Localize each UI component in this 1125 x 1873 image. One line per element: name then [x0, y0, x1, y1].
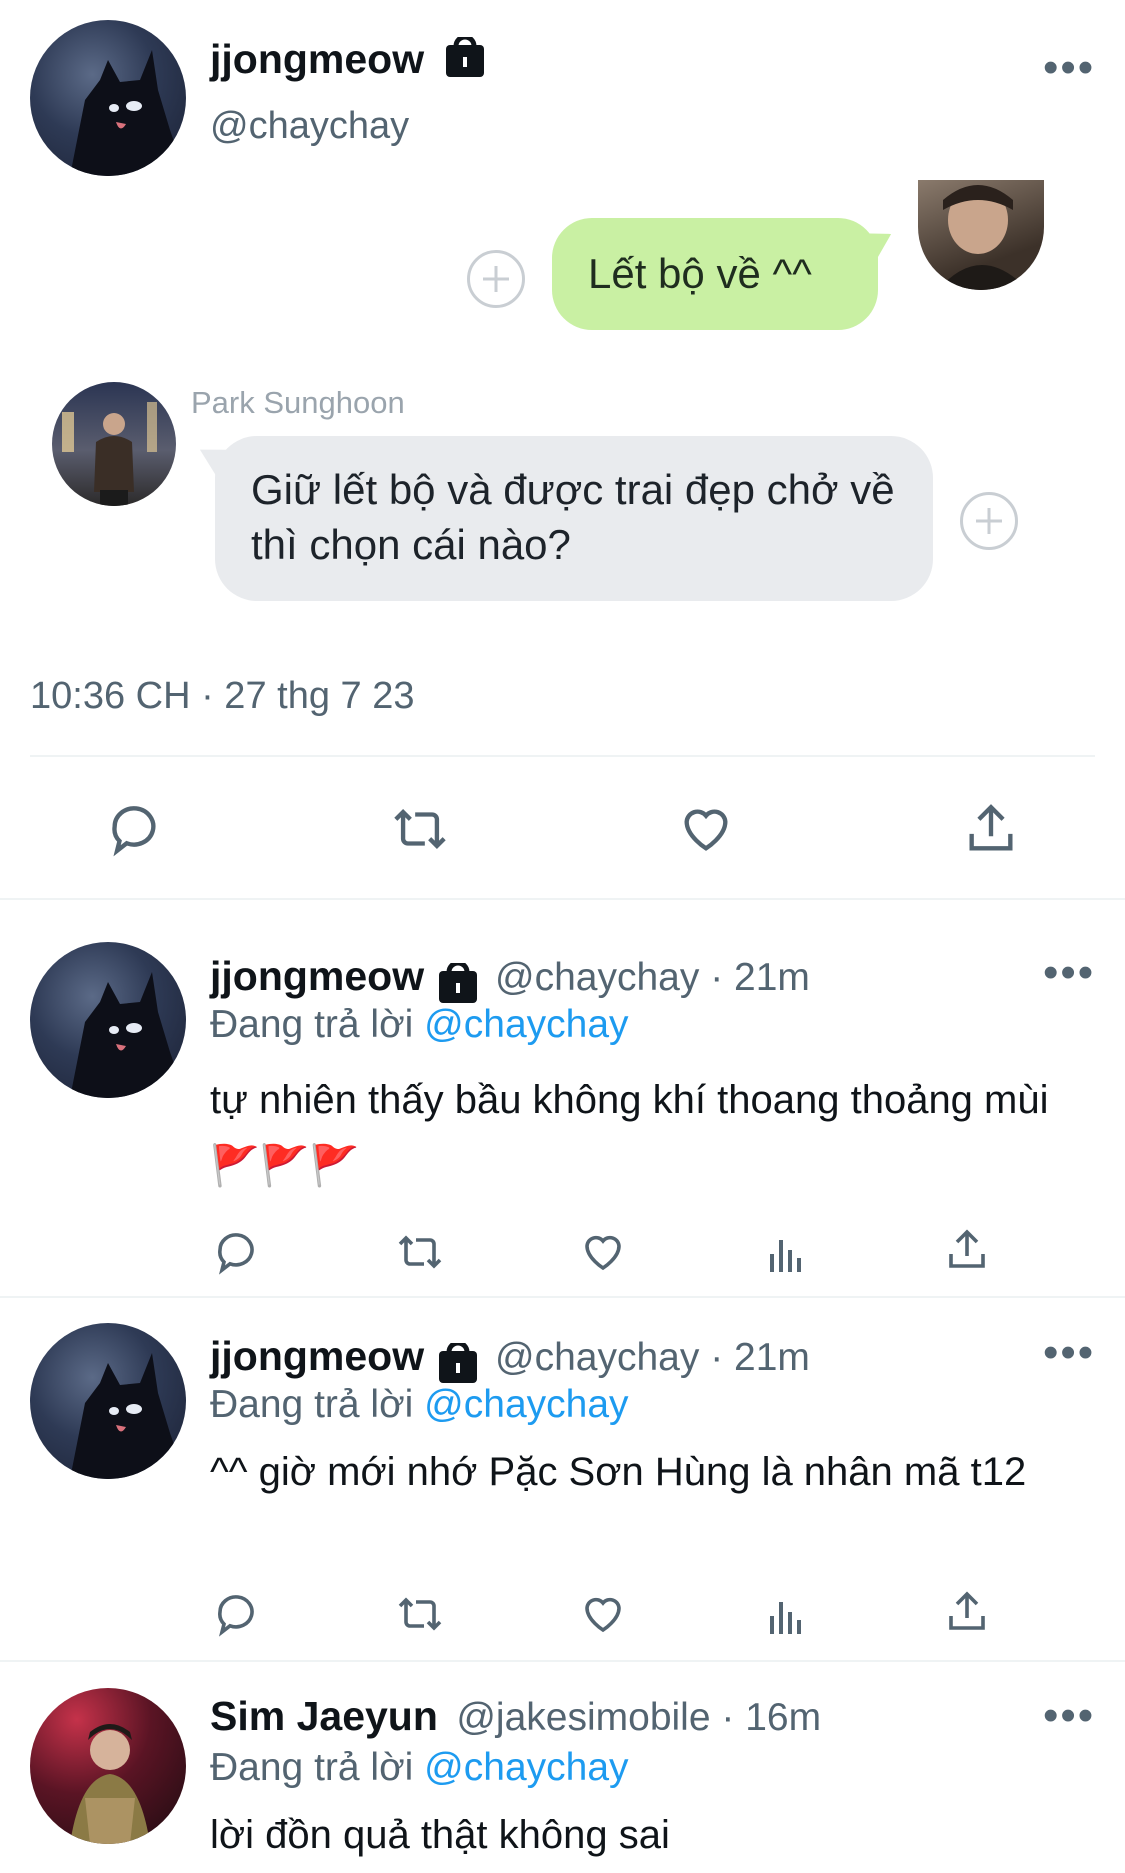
bubble-right-text: Lết bộ về ^^: [588, 250, 812, 297]
views-icon[interactable]: [762, 1590, 810, 1638]
add-reaction-icon[interactable]: [467, 250, 525, 308]
retweet-icon[interactable]: [393, 1228, 447, 1276]
tweet-meta: @chaychay · 21m: [495, 956, 810, 999]
lock-icon: [438, 960, 477, 1008]
more-icon[interactable]: •••: [1043, 46, 1095, 90]
reply-icon[interactable]: [212, 1590, 260, 1638]
cat-avatar-icon: [70, 1353, 186, 1479]
sender-avatar[interactable]: [918, 180, 1044, 290]
chat-bubble-left: Giữ lết bộ và được trai đẹp chở về thì c…: [192, 436, 933, 601]
bubble-left-text: Giữ lết bộ và được trai đẹp chở về thì c…: [251, 466, 895, 568]
display-name[interactable]: jjongmeow: [210, 953, 424, 999]
more-icon[interactable]: •••: [1043, 1331, 1095, 1375]
share-icon[interactable]: [943, 1588, 991, 1636]
more-icon[interactable]: •••: [1043, 951, 1095, 995]
handle[interactable]: @chaychay: [210, 105, 409, 148]
more-icon[interactable]: •••: [1043, 1694, 1095, 1738]
replying-label: Đang trả lời: [210, 1003, 414, 1046]
tweet-text: lời đồn quả thật không sai: [210, 1813, 670, 1857]
reply-icon[interactable]: [105, 800, 163, 858]
retweet-icon[interactable]: [388, 800, 452, 858]
share-icon[interactable]: [943, 1226, 991, 1274]
tweet-timestamp: 10:36 CH · 27 thg 7 23: [30, 675, 415, 717]
divider: [0, 898, 1125, 900]
lock-icon: [445, 34, 484, 87]
views-icon[interactable]: [762, 1228, 810, 1276]
park-sunghoon-avatar[interactable]: [52, 382, 176, 506]
cat-avatar-icon: [70, 972, 186, 1098]
tweet-meta: @chaychay · 21m: [495, 1336, 810, 1379]
display-name[interactable]: jjongmeow: [210, 1333, 424, 1379]
display-name[interactable]: jjongmeow: [210, 36, 424, 82]
lock-icon: [438, 1340, 477, 1388]
user-avatar[interactable]: [30, 942, 186, 1098]
replying-label: Đang trả lời: [210, 1383, 414, 1426]
user-avatar[interactable]: [30, 1323, 186, 1479]
tweet-meta: @jakesimobile · 16m: [456, 1696, 822, 1739]
like-icon[interactable]: [676, 800, 736, 858]
reply-to-link[interactable]: @chaychay: [424, 1383, 628, 1426]
reply-to-link[interactable]: @chaychay: [424, 1746, 628, 1789]
divider: [30, 755, 1095, 757]
add-reaction-icon[interactable]: [960, 492, 1018, 550]
chat-sender-name: Park Sunghoon: [191, 385, 405, 420]
reply-icon[interactable]: [212, 1228, 260, 1276]
divider: [0, 1660, 1125, 1662]
cat-avatar-icon: [70, 50, 186, 176]
display-name[interactable]: Sim Jaeyun: [210, 1693, 438, 1739]
user-avatar[interactable]: [30, 20, 186, 176]
tweet-text: tự nhiên thấy bầu không khí thoang thoản…: [210, 1078, 1049, 1188]
user-avatar[interactable]: [30, 1688, 186, 1844]
tweet-text: ^^ giờ mới nhớ Pặc Sơn Hùng là nhân mã t…: [210, 1450, 1027, 1494]
reply-to-link[interactable]: @chaychay: [424, 1003, 628, 1046]
chat-bubble-right: Lết bộ về ^^: [552, 218, 899, 330]
like-icon[interactable]: [578, 1228, 628, 1276]
replying-label: Đang trả lời: [210, 1746, 414, 1789]
divider: [0, 1296, 1125, 1298]
like-icon[interactable]: [578, 1590, 628, 1638]
share-icon[interactable]: [962, 800, 1020, 858]
retweet-icon[interactable]: [393, 1590, 447, 1638]
